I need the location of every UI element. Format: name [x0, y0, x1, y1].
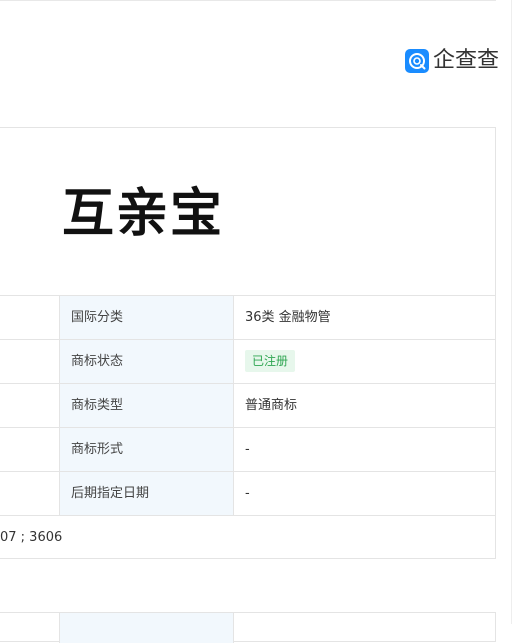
scrollbar-track[interactable] — [511, 0, 512, 624]
detail-row-similar-groups: 07 ; 3606 — [0, 515, 495, 559]
next-table-label-cell — [59, 613, 234, 643]
detail-row-status: 商标状态 已注册 — [0, 339, 495, 383]
detail-row-type: 商标类型 普通商标 — [0, 383, 495, 427]
detail-label: 后期指定日期 — [59, 472, 234, 515]
top-divider — [0, 0, 496, 1]
detail-value: - — [245, 442, 250, 457]
detail-label: 商标形式 — [59, 428, 234, 471]
detail-label: 国际分类 — [59, 296, 234, 339]
status-badge: 已注册 — [245, 350, 296, 372]
detail-label: 商标状态 — [59, 340, 234, 383]
next-table — [0, 612, 496, 643]
detail-value: 普通商标 — [245, 398, 298, 413]
detail-row-later-designation-date: 后期指定日期 - — [0, 471, 495, 515]
detail-value: 36类 金融物管 — [245, 310, 331, 325]
trademark-detail-card: 互亲宝 国际分类 36类 金融物管 商标状态 已注册 商标类型 普通商标 商标形… — [0, 127, 496, 559]
qcc-logo[interactable]: 企查查 — [405, 48, 499, 74]
trademark-image: 互亲宝 — [62, 184, 225, 244]
detail-row-form: 商标形式 - — [0, 427, 495, 471]
detail-value: 已注册 — [245, 340, 296, 383]
detail-row-international-class: 国际分类 36类 金融物管 — [0, 295, 495, 339]
trademark-image-area: 互亲宝 — [0, 128, 495, 295]
logo-text: 企查查 — [433, 48, 500, 73]
qcc-logo-icon — [405, 49, 429, 73]
detail-label: 商标类型 — [59, 384, 234, 427]
detail-value: - — [245, 486, 250, 501]
similar-groups-value: 07 ; 3606 — [0, 530, 63, 545]
